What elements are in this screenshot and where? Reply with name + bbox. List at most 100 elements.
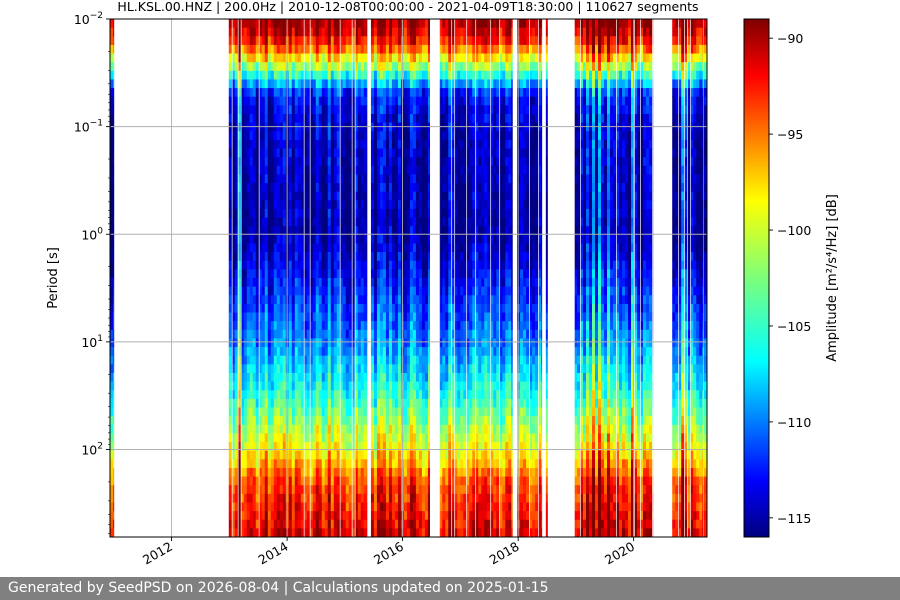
spectrogram-cell <box>297 329 302 339</box>
spectrogram-cell <box>445 96 449 106</box>
spectrogram-cell <box>324 493 329 503</box>
spectrogram-cell <box>315 113 320 123</box>
spectrogram-cell <box>394 217 399 227</box>
spectrogram-cell <box>472 338 476 348</box>
spectrogram-cell <box>282 493 287 503</box>
spectrogram-cell <box>472 44 476 54</box>
spectrogram-cell <box>457 252 461 262</box>
spectrogram-cell <box>376 278 381 288</box>
spectrogram-cell <box>282 511 287 521</box>
spectrogram-cell <box>448 338 452 348</box>
spectrogram-cell <box>333 329 338 339</box>
spectrogram-cell <box>294 364 299 374</box>
spectrogram-cell <box>357 519 362 529</box>
spectrogram-cell <box>330 53 335 63</box>
spectrogram-cell <box>345 424 350 434</box>
spectrogram-cell <box>469 329 473 339</box>
spectrogram-cell <box>385 364 390 374</box>
spectrogram-cell <box>276 234 281 244</box>
spectrogram-cell <box>333 398 338 408</box>
spectrogram-cell <box>276 338 281 348</box>
spectrogram-cell <box>243 27 248 37</box>
spectrogram-cell <box>394 502 399 512</box>
spectrogram-cell <box>403 36 408 46</box>
spectrogram-cell <box>360 269 365 279</box>
spectrogram-cell <box>342 234 347 244</box>
spectrogram-cell <box>306 148 311 158</box>
spectrogram-cell <box>376 381 381 391</box>
spectrogram-cell <box>421 511 426 521</box>
spectrogram-cell <box>376 321 381 331</box>
spectrogram-cell <box>427 62 431 72</box>
spectrogram-cell <box>360 252 365 262</box>
spectrogram-cell <box>234 165 239 175</box>
spectrogram-cell <box>318 139 323 149</box>
spectrogram-cell <box>291 27 296 37</box>
spectrogram-cell <box>397 62 402 72</box>
spectrogram-cell <box>424 131 429 141</box>
spectrogram-cell <box>357 131 362 141</box>
spectrogram-cell <box>306 44 311 54</box>
spectrogram-cell <box>427 493 431 503</box>
spectrogram-cell <box>315 485 320 495</box>
spectrogram-cell <box>306 183 311 193</box>
spectrogram-cell <box>336 286 341 296</box>
spectrogram-cell <box>321 70 326 80</box>
spectrogram-cell <box>330 88 335 98</box>
spectrogram-cell <box>279 148 284 158</box>
spectrogram-cell <box>348 131 353 141</box>
spectrogram-cell <box>288 278 293 288</box>
spectrogram-cell <box>460 424 464 434</box>
spectrogram-cell <box>457 502 461 512</box>
spectrogram-cell <box>288 407 293 417</box>
spectrogram-cell <box>264 113 269 123</box>
spectrogram-cell <box>385 183 390 193</box>
spectrogram-cell <box>448 511 452 521</box>
spectrogram-cell <box>376 269 381 279</box>
spectrogram-cell <box>376 79 381 89</box>
spectrogram-cell <box>363 416 368 426</box>
spectrogram-cell <box>267 62 272 72</box>
spectrogram-cell <box>382 191 387 201</box>
spectrogram-cell <box>264 19 269 29</box>
spectrogram-cell <box>348 338 353 348</box>
spectrogram-cell <box>457 260 461 270</box>
spectrogram-cell <box>424 139 429 149</box>
spectrogram-cell <box>294 148 299 158</box>
spectrogram-cell <box>297 467 302 477</box>
spectrogram-cell <box>472 36 476 46</box>
spectrogram-cell <box>327 433 332 443</box>
spectrogram-cell <box>333 19 338 29</box>
spectrogram-cell <box>469 157 473 167</box>
spectrogram-cell <box>300 252 305 262</box>
spectrogram-cell <box>246 295 251 305</box>
spectrogram-cell <box>327 62 332 72</box>
spectrogram-cell <box>342 329 347 339</box>
spectrogram-cell <box>330 416 335 426</box>
spectrogram-cell <box>321 44 326 54</box>
spectrogram-cell <box>291 70 296 80</box>
spectrogram-cell <box>321 364 326 374</box>
spectrogram-cell <box>388 450 393 460</box>
spectrogram-cell <box>445 381 449 391</box>
spectrogram-cell <box>409 200 414 210</box>
data-gap-line <box>354 19 356 537</box>
spectrogram-cell <box>336 519 341 529</box>
spectrogram-cell <box>327 502 332 512</box>
spectrogram-cell <box>382 200 387 210</box>
spectrogram-cell <box>270 372 275 382</box>
spectrogram-cell <box>294 329 299 339</box>
spectrogram-cell <box>412 407 417 417</box>
spectrogram-cell <box>264 493 269 503</box>
spectrogram-cell <box>291 183 296 193</box>
spectrogram-cell <box>379 27 384 37</box>
spectrogram-cell <box>336 27 341 37</box>
spectrogram-cell <box>379 329 384 339</box>
spectrogram-cell <box>448 260 452 270</box>
spectrogram-cell <box>370 131 375 141</box>
spectrogram-cell <box>460 53 464 63</box>
spectrogram-cell <box>234 303 239 313</box>
spectrogram-cell <box>472 416 476 426</box>
spectrogram-cell <box>363 519 368 529</box>
spectrogram-cell <box>403 502 408 512</box>
